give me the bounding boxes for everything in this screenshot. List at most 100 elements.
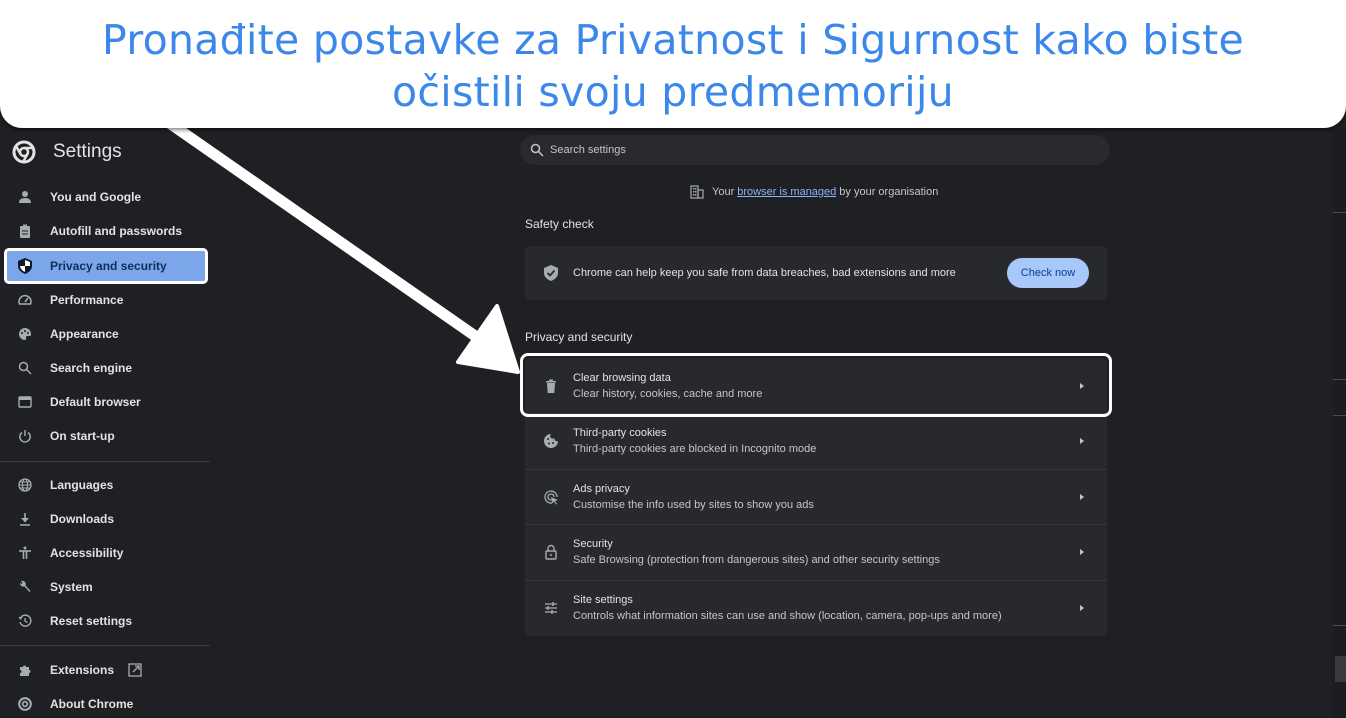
settings-page: Pronađite postavke za Privatnost i Sigur… bbox=[0, 0, 1346, 718]
scrollbar-track[interactable] bbox=[1333, 128, 1346, 718]
wrench-icon bbox=[17, 579, 33, 595]
row-subtitle: Controls what information sites can use … bbox=[573, 610, 1002, 622]
edge-divider bbox=[1333, 212, 1346, 213]
sidebar-item-label: Downloads bbox=[50, 512, 115, 526]
sidebar-item-extensions[interactable]: Extensions bbox=[0, 654, 210, 686]
sidebar-item-label: Search engine bbox=[50, 361, 133, 375]
managed-suffix: by your organisation bbox=[839, 186, 939, 198]
row-text: Clear browsing data Clear history, cooki… bbox=[573, 370, 1077, 402]
trash-icon bbox=[546, 379, 556, 393]
sidebar-divider bbox=[0, 645, 210, 646]
sidebar-item-label: Default browser bbox=[50, 395, 141, 409]
sidebar-item-label: About Chrome bbox=[50, 697, 134, 711]
row-ads-privacy[interactable]: Ads privacy Customise the info used by s… bbox=[525, 469, 1107, 524]
sliders-icon bbox=[545, 602, 557, 614]
row-third-party-cookies[interactable]: Third-party cookies Third-party cookies … bbox=[525, 413, 1107, 468]
sidebar-item-appearance[interactable]: Appearance bbox=[0, 318, 210, 350]
search-input[interactable] bbox=[550, 144, 1070, 156]
sidebar-item-on-start-up[interactable]: On start-up bbox=[0, 420, 210, 452]
check-now-button[interactable]: Check now bbox=[1007, 258, 1089, 288]
safety-check-text: Chrome can help keep you safe from data … bbox=[573, 267, 956, 279]
managed-notice: Your browser is managed by your organisa… bbox=[690, 185, 938, 199]
row-text: Ads privacy Customise the info used by s… bbox=[573, 481, 1077, 513]
chrome-logo-icon bbox=[17, 696, 33, 712]
person-icon bbox=[17, 189, 33, 205]
sidebar-item-languages[interactable]: Languages bbox=[0, 469, 210, 501]
row-text: Site settings Controls what information … bbox=[573, 592, 1077, 624]
row-site-settings[interactable]: Site settings Controls what information … bbox=[525, 580, 1107, 635]
sidebar-item-label: System bbox=[50, 580, 93, 594]
chevron-right-icon bbox=[1080, 605, 1084, 611]
sidebar-item-performance[interactable]: Performance bbox=[0, 284, 210, 316]
managed-prefix: Your bbox=[712, 186, 735, 198]
row-title: Security bbox=[573, 538, 613, 550]
safety-check-card: Chrome can help keep you safe from data … bbox=[525, 246, 1107, 300]
edge-divider bbox=[1333, 625, 1346, 626]
building-icon bbox=[690, 185, 704, 199]
search-icon bbox=[17, 360, 33, 376]
edge-divider bbox=[1333, 379, 1346, 380]
browser-managed-link[interactable]: browser is managed bbox=[737, 186, 836, 198]
sidebar-item-label: Privacy and security bbox=[50, 259, 167, 273]
row-security[interactable]: Security Safe Browsing (protection from … bbox=[525, 524, 1107, 579]
row-subtitle: Clear history, cookies, cache and more bbox=[573, 387, 763, 400]
chevron-right-icon bbox=[1080, 382, 1084, 389]
banner-line-1: Pronađite postavke za Privatnost i Sigur… bbox=[102, 16, 1244, 64]
row-subtitle: Safe Browsing (protection from dangerous… bbox=[573, 554, 940, 566]
search-icon bbox=[530, 143, 544, 157]
speedometer-icon bbox=[17, 292, 33, 308]
sidebar-divider bbox=[0, 461, 210, 462]
sidebar-item-downloads[interactable]: Downloads bbox=[0, 503, 210, 535]
shield-check-icon bbox=[544, 265, 558, 281]
sidebar-item-label: Performance bbox=[50, 293, 124, 307]
sidebar-item-accessibility[interactable]: Accessibility bbox=[0, 537, 210, 569]
chevron-right-icon bbox=[1080, 438, 1084, 444]
sidebar-item-you-and-google[interactable]: You and Google bbox=[0, 181, 210, 213]
annotation-banner: Pronađite postavke za Privatnost i Sigur… bbox=[0, 0, 1346, 128]
sidebar-header: Settings bbox=[12, 138, 122, 166]
browser-window-icon bbox=[17, 394, 33, 410]
edge-divider bbox=[1333, 415, 1346, 416]
sidebar-item-label: Reset settings bbox=[50, 614, 133, 628]
download-icon bbox=[17, 511, 33, 527]
sidebar-item-system[interactable]: System bbox=[0, 571, 210, 603]
sidebar-item-label: You and Google bbox=[50, 190, 142, 204]
privacy-security-card: Clear browsing data Clear history, cooki… bbox=[525, 358, 1107, 636]
row-title: Clear browsing data bbox=[573, 371, 671, 384]
shield-icon bbox=[17, 258, 33, 274]
external-link-icon bbox=[128, 663, 142, 677]
cookie-icon bbox=[544, 434, 558, 448]
sidebar: Settings You and Google Autofill and pas… bbox=[0, 128, 212, 718]
row-text: Third-party cookies Third-party cookies … bbox=[573, 425, 1077, 457]
row-subtitle: Third-party cookies are blocked in Incog… bbox=[573, 443, 817, 455]
settings-title: Settings bbox=[53, 141, 122, 162]
sidebar-item-autofill[interactable]: Autofill and passwords bbox=[0, 215, 210, 247]
search-bar[interactable] bbox=[520, 135, 1110, 165]
privacy-security-heading: Privacy and security bbox=[525, 330, 633, 344]
row-title: Ads privacy bbox=[573, 483, 630, 495]
history-icon bbox=[17, 613, 33, 629]
sidebar-item-label: Accessibility bbox=[50, 546, 124, 560]
chrome-logo-icon bbox=[12, 140, 36, 164]
sidebar-item-reset-settings[interactable]: Reset settings bbox=[0, 605, 210, 637]
sidebar-item-search-engine[interactable]: Search engine bbox=[0, 352, 210, 384]
sidebar-item-label: Extensions bbox=[50, 663, 115, 677]
sidebar-item-label: On start-up bbox=[50, 429, 115, 443]
scrollbar-thumb[interactable] bbox=[1335, 656, 1346, 682]
chevron-right-icon bbox=[1080, 549, 1084, 555]
lock-icon bbox=[545, 544, 557, 560]
row-title: Site settings bbox=[573, 594, 633, 606]
banner-text: Pronađite postavke za Privatnost i Sigur… bbox=[102, 10, 1244, 118]
sidebar-item-privacy-and-security[interactable]: Privacy and security bbox=[4, 248, 208, 284]
row-text: Security Safe Browsing (protection from … bbox=[573, 536, 1077, 568]
safety-check-heading: Safety check bbox=[525, 217, 594, 231]
ads-target-icon bbox=[544, 490, 558, 505]
puzzle-icon bbox=[17, 662, 33, 678]
banner-line-2: očistili svoju predmemoriju bbox=[392, 68, 954, 116]
sidebar-item-about-chrome[interactable]: About Chrome bbox=[0, 688, 210, 718]
row-subtitle: Customise the info used by sites to show… bbox=[573, 499, 814, 511]
globe-icon bbox=[17, 477, 33, 493]
row-clear-browsing-data[interactable]: Clear browsing data Clear history, cooki… bbox=[525, 358, 1107, 413]
sidebar-item-default-browser[interactable]: Default browser bbox=[0, 386, 210, 418]
sidebar-item-label: Autofill and passwords bbox=[50, 224, 183, 238]
